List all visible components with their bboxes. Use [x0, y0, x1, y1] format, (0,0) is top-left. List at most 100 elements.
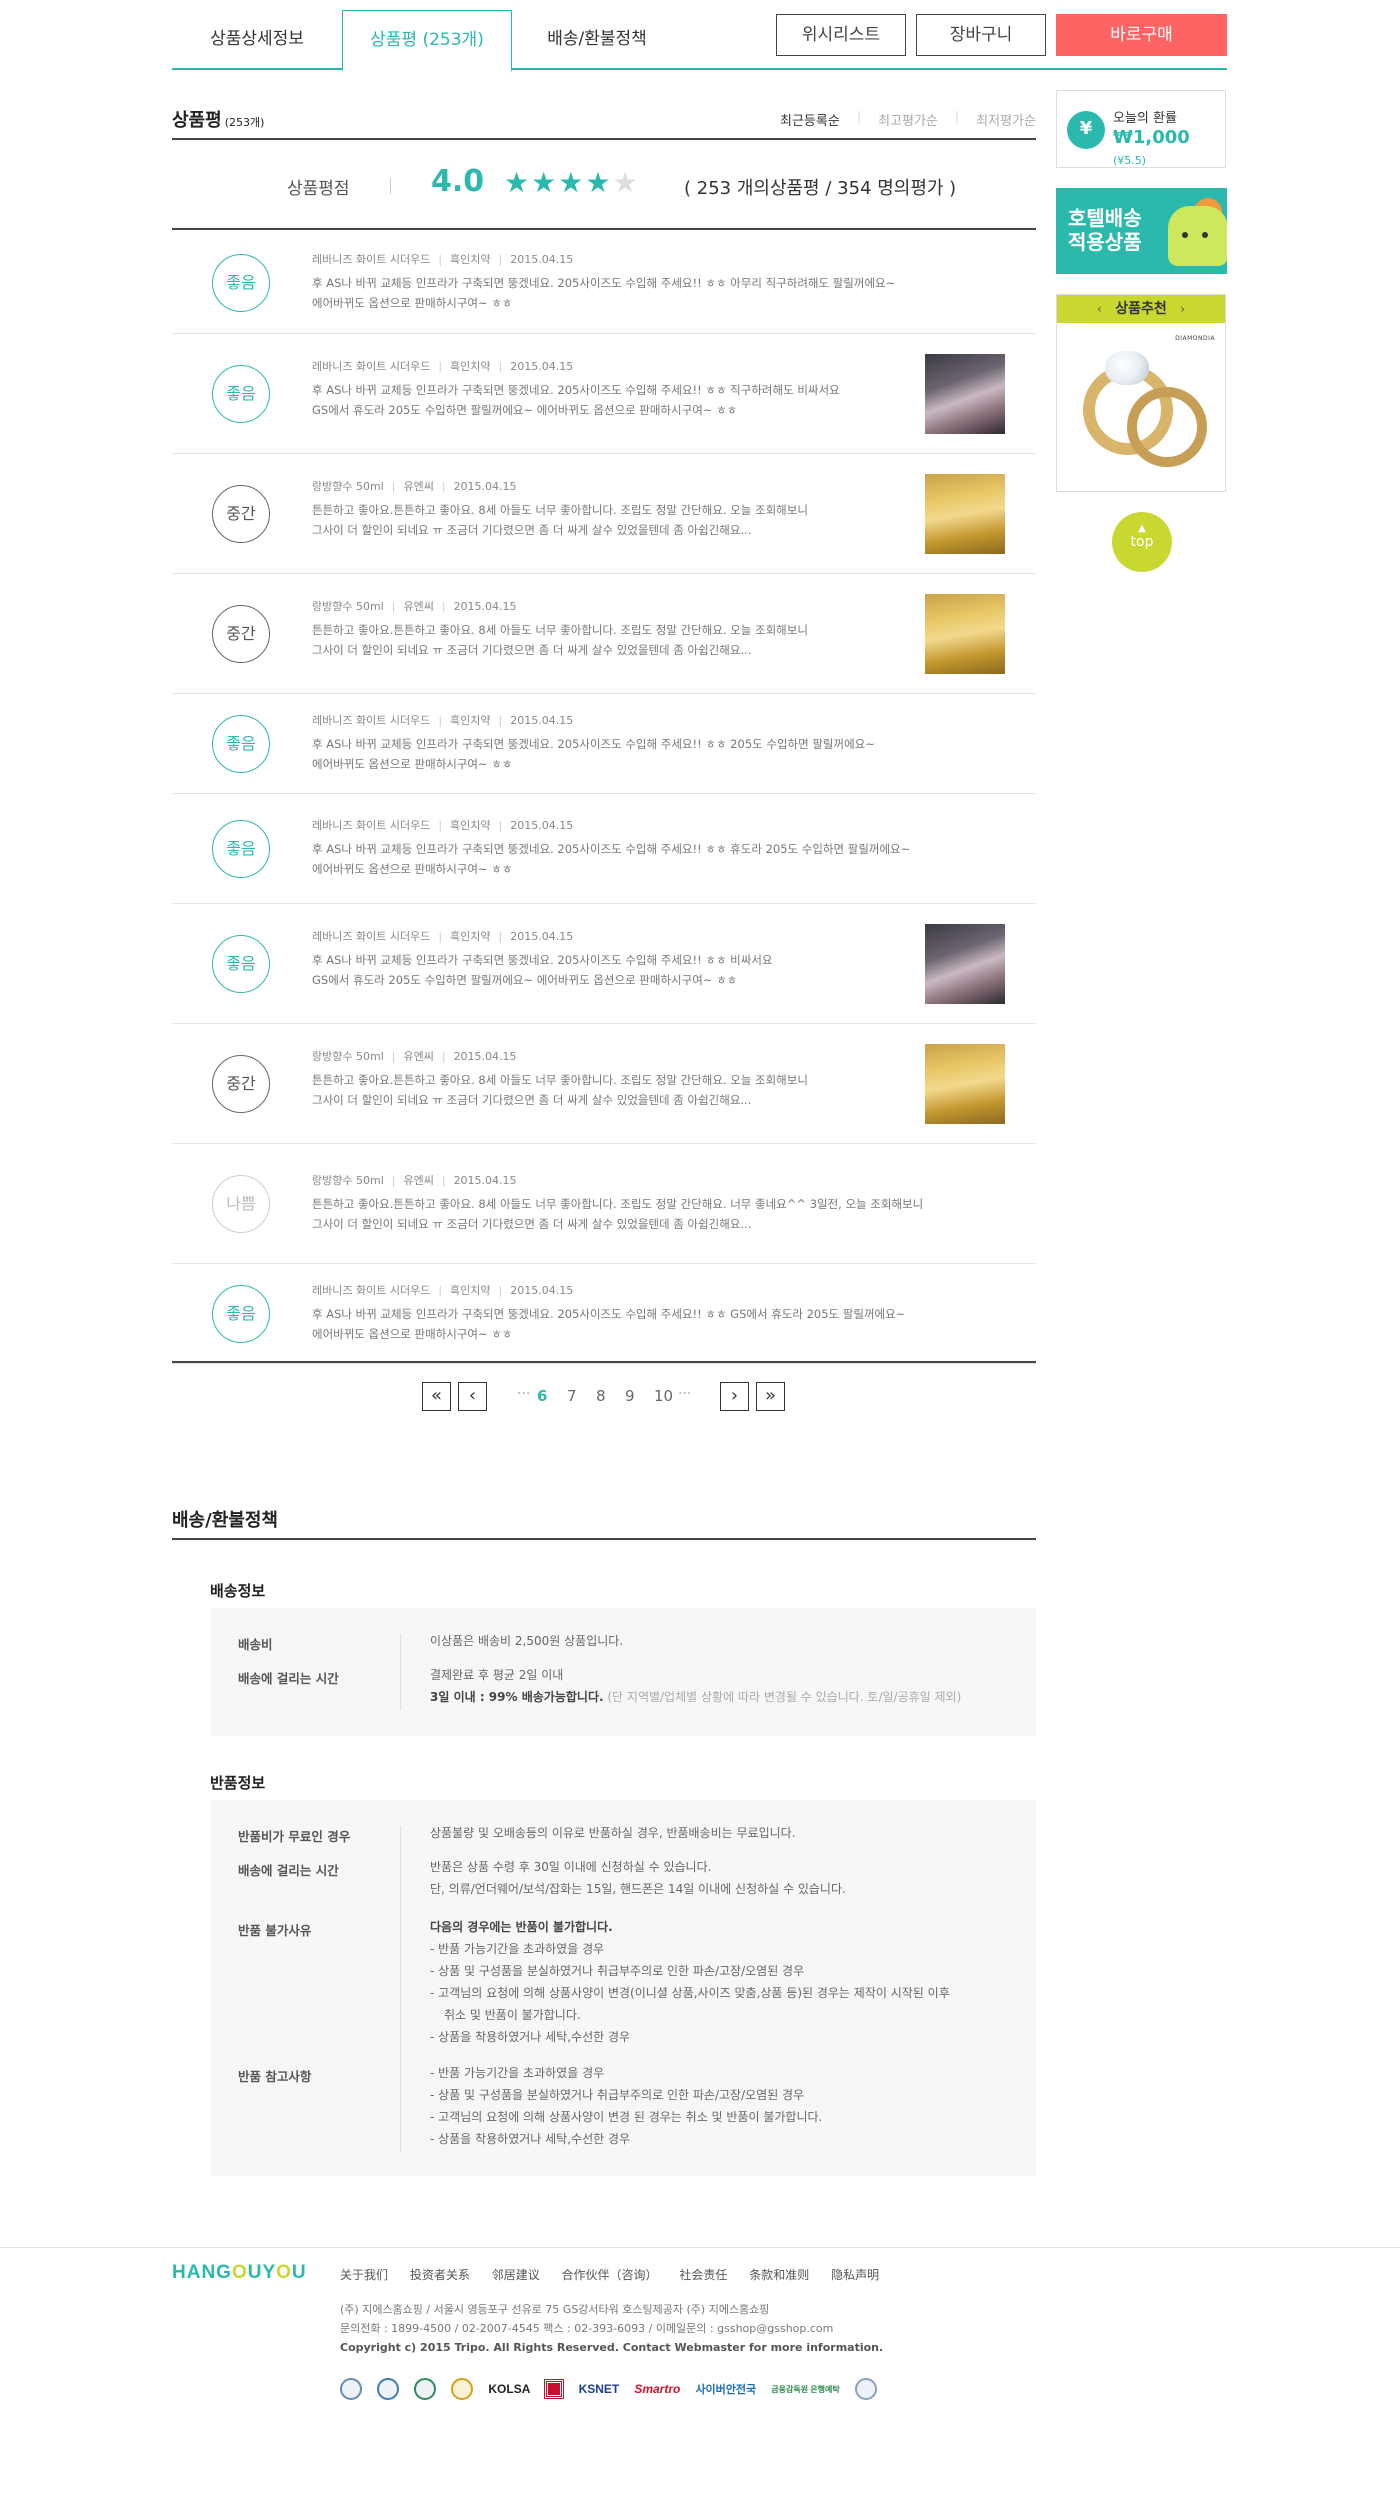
review-row[interactable]: 좋음 레바니즈 화이트 시더우드 | 흑인치약 | 2015.04.15 후 AS나 바뀌 … [172, 694, 1036, 794]
page-8[interactable]: 8 [596, 1387, 606, 1405]
last-page-button[interactable]: » [756, 1382, 785, 1411]
review-user: 유엔씨 [403, 480, 434, 493]
review-row[interactable]: 좋음 레바니즈 화이트 시더우드 | 흑인치약 | 2015.04.15 후 AS나 바뀌 … [172, 794, 1036, 904]
footer-link-privacy[interactable]: 隐私声明 [831, 2268, 879, 2282]
chevron-left-icon[interactable]: ‹ [1097, 295, 1102, 323]
review-product: 랑방향수 50ml [312, 600, 384, 613]
review-thumbnail[interactable] [925, 474, 1005, 554]
footer-link-investors[interactable]: 投资者关系 [410, 2268, 470, 2282]
review-text: 튼튼하고 좋아요.튼튼하고 좋아요. 8세 아들도 너무 좋아합니다. 조립도 … [312, 1197, 924, 1231]
sort-divider: | [954, 110, 960, 125]
buy-now-button[interactable]: 바로구매 [1056, 14, 1227, 56]
review-text: 튼튼하고 좋아요.튼튼하고 좋아요. 8세 아들도 너무 좋아합니다. 조립도 … [312, 623, 808, 657]
meta-divider: | [498, 714, 503, 727]
review-text: 후 AS나 바뀌 교체등 인프라가 구축되면 뚱겠네요. 205사이즈도 수입해… [312, 842, 911, 876]
refund-info-box: 반품비가 무료인 경우 상품불량 및 오배송등의 이유로 반품하실 경우, 반품… [210, 1800, 1036, 2176]
shipping-time-note: 3일 이내 : 99% 배송가능합니다. (단 지역별/업체별 상황에 따라 변… [430, 1686, 1010, 1708]
shipping-time-strong: 3일 이내 : 99% 배송가능합니다. [430, 1690, 604, 1704]
review-thumbnail[interactable] [925, 354, 1005, 434]
product-tab-bar: 상품상세정보 상품평 (253개) 배송/환불정책 위시리스트 장바구니 바로구… [172, 10, 1227, 72]
no-refund-head: 다음의 경우에는 반품이 불가합니다. [430, 1916, 1010, 1938]
hotel-delivery-banner[interactable]: 호텔배송 적용상품 [1056, 188, 1227, 274]
reviews-title-text: 상품평 [172, 110, 222, 131]
page-9[interactable]: 9 [625, 1387, 635, 1405]
star-empty-icon: ★ [612, 166, 640, 199]
first-page-button[interactable]: « [422, 1382, 451, 1411]
sort-lowest[interactable]: 최저평가순 [976, 110, 1036, 129]
meta-divider: | [498, 819, 503, 832]
review-row[interactable]: 나쁨 랑방향수 50ml | 유엔씨 | 2015.04.15 튼튼하고 좋아요.튼튼하고 … [172, 1144, 1036, 1264]
tab-shipping-refund[interactable]: 배송/환불정책 [512, 10, 682, 70]
chevron-right-icon[interactable]: › [1180, 295, 1185, 323]
next-page-button[interactable]: › [720, 1382, 749, 1411]
ksnet-badge: KSNET [578, 2382, 620, 2396]
scroll-top-label: top [1130, 534, 1154, 550]
logo-part: O [276, 2262, 292, 2283]
shipping-fee-value: 이상품은 배송비 2,500원 상품입니다. [430, 1634, 624, 1648]
prev-page-button[interactable]: ‹ [458, 1382, 487, 1411]
pagination-ellipsis: ··· [517, 1386, 531, 1402]
review-date: 2015.04.15 [453, 1174, 517, 1187]
footer-logo[interactable]: HANGOUYOU [172, 2262, 307, 2284]
review-meta: 레바니즈 화이트 시더우드 | 흑인치약 | 2015.04.15 [312, 1282, 573, 1298]
review-row[interactable]: 중간 랑방향수 50ml | 유엔씨 | 2015.04.15 튼튼하고 좋아요.튼튼하고 … [172, 574, 1036, 694]
review-row[interactable]: 중간 랑방향수 50ml | 유엔씨 | 2015.04.15 튼튼하고 좋아요.튼튼하고 … [172, 454, 1036, 574]
review-user: 흑인치약 [450, 1284, 491, 1297]
review-text: 후 AS나 바뀌 교체등 인프라가 구축되면 뚱겠네요. 205사이즈도 수입해… [312, 737, 875, 771]
scroll-top-button[interactable]: ▲ top [1112, 512, 1172, 572]
review-row[interactable]: 좋음 레바니즈 화이트 시더우드 | 흑인치약 | 2015.04.15 후 AS나 바뀌 … [172, 1264, 1036, 1364]
star-filled-icon: ★ [504, 166, 532, 199]
review-row[interactable]: 중간 랑방향수 50ml | 유엔씨 | 2015.04.15 튼튼하고 좋아요.튼튼하고 … [172, 1024, 1036, 1144]
review-rating-badge: 중간 [212, 605, 270, 663]
star-filled-icon: ★ [585, 166, 613, 199]
review-row[interactable]: 좋음 레바니즈 화이트 시더우드 | 흑인치약 | 2015.04.15 후 AS나 바뀌 … [172, 904, 1036, 1024]
review-product: 레바니즈 화이트 시더우드 [312, 360, 431, 373]
recommended-product-widget[interactable]: ‹ 상품추천 › DIAMONDIA [1056, 294, 1226, 492]
meta-divider: | [391, 1174, 396, 1187]
tab-product-details[interactable]: 상품상세정보 [172, 10, 342, 70]
pagination-ellipsis: ··· [678, 1386, 692, 1402]
review-rating-badge: 좋음 [212, 820, 270, 878]
review-thumbnail[interactable] [925, 1044, 1005, 1124]
sort-recent[interactable]: 최근등록순 [780, 110, 840, 129]
review-meta: 레바니즈 화이트 시더우드 | 흑인치약 | 2015.04.15 [312, 358, 573, 374]
meta-divider: | [441, 1174, 446, 1187]
review-thumbnail[interactable] [925, 924, 1005, 1004]
review-thumbnail[interactable] [925, 594, 1005, 674]
review-date: 2015.04.15 [510, 930, 574, 943]
review-row[interactable]: 좋음 레바니즈 화이트 시더우드 | 흑인치약 | 2015.04.15 후 AS나 바뀌 … [172, 334, 1036, 454]
review-rating-badge: 좋음 [212, 254, 270, 312]
footer-address: (주) 지에스홈쇼핑 / 서울시 영등포구 선유로 75 GS강서타워 호스팅제… [340, 2303, 770, 2316]
meta-divider: | [441, 1050, 446, 1063]
shipping-info-box: 배송비 이상품은 배송비 2,500원 상품입니다. 배송에 걸리는 시간 결제… [210, 1608, 1036, 1736]
score-summary: ( 253 개의상품평 / 354 명의평가 ) [684, 178, 957, 199]
footer-link-terms[interactable]: 条款和准则 [749, 2268, 809, 2282]
review-meta: 랑방향수 50ml | 유엔씨 | 2015.04.15 [312, 598, 517, 614]
meta-divider: | [438, 714, 443, 727]
footer-link-partners[interactable]: 合作伙伴（咨询） [562, 2268, 658, 2282]
wishlist-button[interactable]: 위시리스트 [776, 14, 906, 56]
footer-link-suggestions[interactable]: 邻居建议 [492, 2268, 540, 2282]
footer-link-responsibility[interactable]: 社会责任 [679, 2268, 727, 2282]
review-text: 후 AS나 바뀌 교체등 인프라가 구축되면 뚱겠네요. 205사이즈도 수입해… [312, 1307, 906, 1341]
certification-badges: KOLSA KSNET Smartro 사이버안전국 금융감독원 은행예탁 [340, 2378, 887, 2402]
no-refund-head-text: 다음의 경우에는 반품이 불가합니다. [430, 1920, 613, 1934]
review-date: 2015.04.15 [510, 819, 574, 832]
review-user: 흑인치약 [450, 930, 491, 943]
no-refund-line: - 고객님의 요청에 의해 상품사양이 변경(이니셜 상품,사이즈 맞춤,상품 … [430, 1986, 950, 2000]
sort-highest[interactable]: 최고평가순 [878, 110, 938, 129]
review-sort-options: 최근등록순 | 최고평가순 | 최저평가순 [780, 110, 1036, 129]
tab-reviews[interactable]: 상품평 (253개) [342, 10, 512, 72]
footer-link-about[interactable]: 关于我们 [340, 2268, 388, 2282]
review-row[interactable]: 좋음 레바니즈 화이트 시더우드 | 흑인치약 | 2015.04.15 후 AS나 바뀌 … [172, 232, 1036, 334]
cart-button[interactable]: 장바구니 [916, 14, 1046, 56]
divider [390, 178, 391, 194]
exchange-rate-amount: ₩1,000 [1113, 127, 1190, 148]
page-10[interactable]: 10 [654, 1387, 673, 1405]
page-6[interactable]: 6 [537, 1387, 547, 1405]
page-7[interactable]: 7 [567, 1387, 577, 1405]
chevron-up-icon: ▲ [1138, 523, 1146, 534]
review-meta: 레바니즈 화이트 시더우드 | 흑인치약 | 2015.04.15 [312, 928, 573, 944]
divider [172, 1361, 1036, 1363]
review-meta: 레바니즈 화이트 시더우드 | 흑인치약 | 2015.04.15 [312, 251, 573, 267]
